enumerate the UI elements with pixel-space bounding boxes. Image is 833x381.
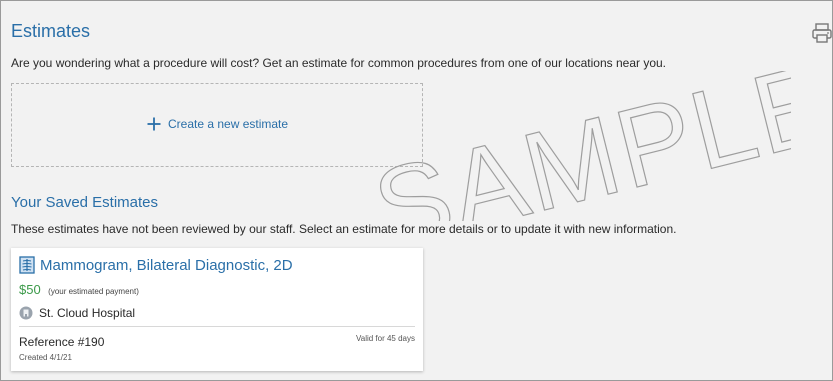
create-estimate-content[interactable]: Create a new estimate [146,116,288,132]
estimate-card-header[interactable]: Mammogram, Bilateral Diagnostic, 2D [19,256,293,274]
saved-estimates-heading: Your Saved Estimates [11,194,159,211]
printer-icon[interactable] [811,22,833,44]
intro-text: Are you wondering what a procedure will … [11,56,667,70]
estimates-panel: Estimates Are you wondering what a proce… [0,0,833,381]
sample-watermark: SAMPLE [362,71,791,221]
valid-period: Valid for 45 days [356,334,415,343]
estimate-card[interactable]: Mammogram, Bilateral Diagnostic, 2D $50 … [11,248,423,371]
xray-icon [19,256,35,274]
saved-estimates-description: These estimates have not been reviewed b… [11,222,677,236]
location-row: St. Cloud Hospital [19,306,135,320]
create-estimate-label[interactable]: Create a new estimate [168,117,288,131]
estimated-price: $50 [19,282,41,297]
created-date: Created 4/1/21 [19,353,72,362]
price-row: $50 (your estimated payment) [19,281,139,299]
hospital-icon [19,306,33,320]
plus-icon [147,117,161,131]
watermark-text: SAMPLE [362,71,791,221]
card-divider [19,326,415,327]
procedure-name[interactable]: Mammogram, Bilateral Diagnostic, 2D [40,257,293,274]
page-title: Estimates [11,21,91,41]
create-estimate-button[interactable]: Create a new estimate [11,83,423,167]
reference-number: Reference #190 [19,335,105,349]
price-note: (your estimated payment) [48,287,139,296]
location-name: St. Cloud Hospital [39,306,136,320]
